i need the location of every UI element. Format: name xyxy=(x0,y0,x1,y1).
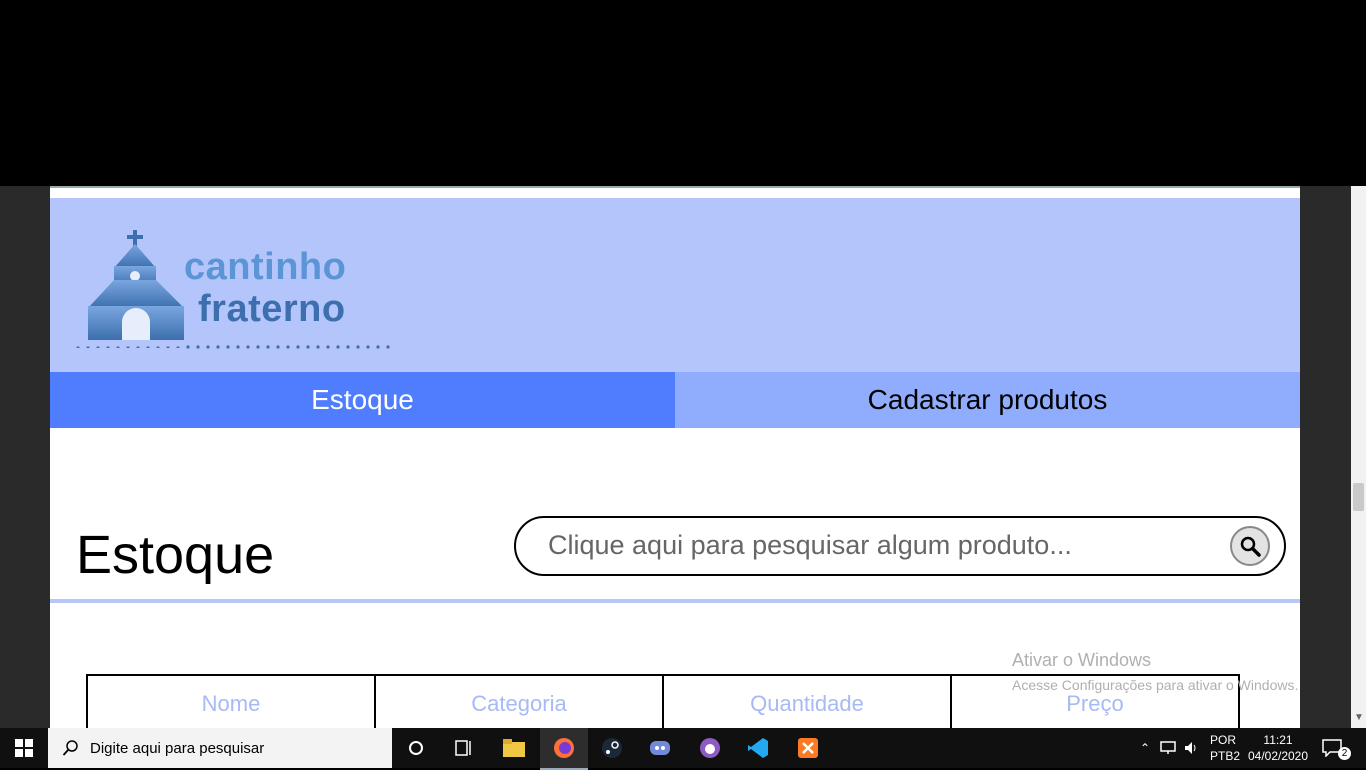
network-icon[interactable] xyxy=(1160,741,1176,755)
section-divider xyxy=(50,599,1300,603)
notification-center[interactable]: 2 xyxy=(1322,728,1351,768)
windows-icon xyxy=(15,739,33,757)
search-box[interactable]: Clique aqui para pesquisar algum produto… xyxy=(514,516,1286,576)
web-page: cantinho fraterno Estoque Cadastrar prod… xyxy=(50,186,1300,728)
taskbar: Digite aqui para pesquisar ⌃ POR PTB2 11… xyxy=(0,728,1366,770)
clock-time: 11:21 xyxy=(1263,733,1293,747)
watermark-title: Ativar o Windows xyxy=(1012,650,1152,670)
notification-count: 2 xyxy=(1338,746,1351,760)
input-language[interactable]: POR PTB2 xyxy=(1210,728,1240,768)
firefox-icon[interactable] xyxy=(540,728,588,770)
taskbar-search[interactable]: Digite aqui para pesquisar xyxy=(48,728,392,768)
search-button[interactable] xyxy=(1230,526,1270,566)
keyboard-layout: PTB2 xyxy=(1210,749,1241,763)
language-code: POR xyxy=(1210,733,1237,747)
vertical-scrollbar[interactable]: ▼ xyxy=(1351,186,1366,728)
start-button[interactable] xyxy=(0,728,48,768)
column-header-quantidade[interactable]: Quantidade xyxy=(662,676,950,728)
tab-estoque[interactable]: Estoque xyxy=(50,372,675,428)
file-explorer-icon[interactable] xyxy=(490,728,538,768)
xampp-icon[interactable] xyxy=(784,728,832,768)
column-header-categoria[interactable]: Categoria xyxy=(374,676,662,728)
chevron-up-icon[interactable]: ⌃ xyxy=(1140,741,1150,755)
site-header: cantinho fraterno xyxy=(50,198,1300,372)
task-view-icon[interactable] xyxy=(440,728,488,768)
watermark-subtitle: Acesse Configurações para ativar o Windo… xyxy=(1012,677,1299,693)
vscode-icon[interactable] xyxy=(734,728,782,768)
cortana-icon[interactable] xyxy=(392,728,440,768)
scroll-thumb[interactable] xyxy=(1353,483,1364,511)
steam-icon[interactable] xyxy=(588,728,636,768)
site-logo[interactable]: cantinho fraterno xyxy=(74,228,394,349)
discord-icon[interactable] xyxy=(636,728,684,768)
clock[interactable]: 11:21 04/02/2020 xyxy=(1246,728,1310,768)
scroll-down-arrow-icon[interactable]: ▼ xyxy=(1354,712,1364,723)
logo-dotted-line xyxy=(186,345,390,349)
top-dark-area xyxy=(0,0,1366,186)
activation-watermark: Ativar o Windows Acesse Configurações pa… xyxy=(1012,650,1298,693)
search-icon xyxy=(62,740,78,756)
volume-icon[interactable] xyxy=(1184,741,1200,755)
taskbar-search-placeholder: Digite aqui para pesquisar xyxy=(90,739,265,757)
system-tray-icons[interactable]: ⌃ xyxy=(1140,728,1200,768)
chapel-icon xyxy=(76,230,184,348)
tab-cadastrar-produtos[interactable]: Cadastrar produtos xyxy=(675,372,1300,428)
column-header-nome[interactable]: Nome xyxy=(86,676,374,728)
logo-text-line2: fraterno xyxy=(198,288,346,330)
main-nav: Estoque Cadastrar produtos xyxy=(50,372,1300,428)
github-desktop-icon[interactable] xyxy=(686,728,734,768)
search-icon xyxy=(1240,536,1261,557)
page-title: Estoque xyxy=(76,525,275,585)
search-input[interactable]: Clique aqui para pesquisar algum produto… xyxy=(548,530,1072,561)
clock-date: 04/02/2020 xyxy=(1247,749,1309,763)
logo-text-line1: cantinho xyxy=(184,246,347,288)
